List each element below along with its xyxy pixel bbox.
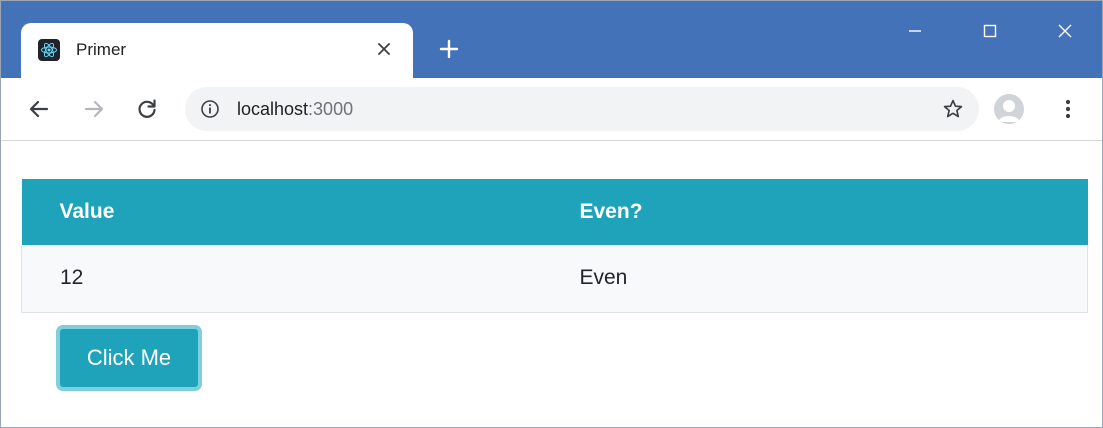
back-button[interactable]: [23, 93, 55, 125]
url-text: localhost:3000: [237, 99, 353, 120]
address-bar[interactable]: localhost:3000: [185, 87, 979, 131]
minimize-icon: [909, 30, 921, 32]
url-port: :3000: [308, 99, 354, 119]
arrow-left-icon: [29, 100, 49, 118]
tab-title: Primer: [76, 40, 127, 59]
forward-button[interactable]: [78, 93, 110, 125]
window-close-button[interactable]: [1031, 1, 1099, 61]
plus-icon: [439, 39, 459, 59]
table-row: 12 Even: [21, 245, 1088, 313]
minimize-button[interactable]: [881, 1, 949, 61]
data-table: Value Even? 12 Even: [21, 179, 1088, 313]
title-bar: Primer: [1, 1, 1102, 78]
table-header-row: Value Even?: [21, 179, 1088, 245]
table-cell-value: 12: [21, 245, 542, 313]
reload-button[interactable]: [131, 93, 163, 125]
reload-icon: [138, 99, 156, 118]
new-tab-button[interactable]: [431, 34, 467, 64]
url-host: localhost: [237, 99, 309, 119]
kebab-menu-icon[interactable]: [1056, 93, 1080, 125]
maximize-icon: [983, 24, 997, 38]
table-cell-even: Even: [541, 245, 1088, 313]
star-icon[interactable]: [941, 97, 965, 121]
close-icon[interactable]: [371, 36, 397, 62]
browser-tab[interactable]: Primer: [21, 23, 413, 78]
info-icon[interactable]: [199, 98, 221, 120]
browser-window: Primer localhost:3000 Value Even? 12 Eve…: [0, 0, 1103, 428]
avatar-icon[interactable]: [994, 94, 1024, 124]
close-icon: [1058, 24, 1072, 38]
page-content: Value Even? 12 Even Click Me: [1, 141, 1102, 427]
column-header-even: Even?: [541, 179, 1088, 245]
maximize-button[interactable]: [956, 1, 1024, 61]
column-header-value: Value: [21, 179, 542, 245]
click-me-button[interactable]: Click Me: [56, 325, 202, 391]
browser-toolbar: localhost:3000: [1, 78, 1102, 141]
react-logo-icon: [38, 39, 60, 61]
arrow-right-icon: [84, 100, 104, 118]
